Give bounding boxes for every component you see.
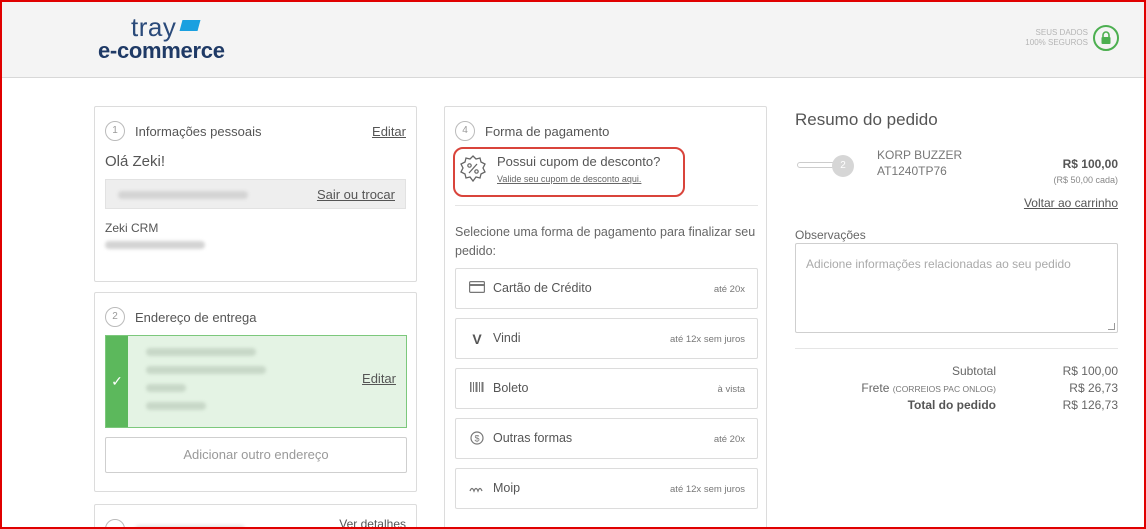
resize-grip-icon[interactable]: [1108, 323, 1115, 330]
method-installments: à vista: [717, 384, 745, 395]
next-step-panel: Ver detalhes: [94, 504, 417, 529]
lock-icon: [1093, 25, 1119, 51]
logo-flag-icon: [179, 20, 201, 31]
payment-instructions: Selecione uma forma de pagamento para fi…: [455, 225, 756, 258]
product-name-line: KORP BUZZER: [877, 148, 963, 162]
discount-badge-icon: [460, 155, 486, 183]
product-price: R$ 100,00: [1062, 157, 1118, 171]
step-title-cut: [135, 525, 245, 529]
check-icon: ✓: [106, 336, 128, 427]
personal-info-title: Informações pessoais: [135, 124, 262, 139]
switch-account-link[interactable]: Sair ou trocar: [317, 187, 395, 202]
edit-address-link[interactable]: Editar: [362, 371, 396, 386]
shipping-label: Frete (CORREIOS PAC ONLOG): [861, 381, 996, 395]
svg-text:$: $: [474, 434, 479, 444]
divider: [455, 205, 758, 206]
back-to-cart-link[interactable]: Voltar ao carrinho: [1024, 196, 1118, 210]
personal-info-panel: 1 Informações pessoais Editar Olá Zeki! …: [94, 106, 417, 282]
subtotal-value: R$ 100,00: [1062, 364, 1118, 378]
total-label: Total do pedido: [907, 398, 996, 412]
dollar-circle-icon: $: [468, 431, 486, 447]
customer-name: Zeki CRM: [105, 221, 159, 235]
shipping-method: (CORREIOS PAC ONLOG): [892, 384, 996, 394]
address-line-blurred: [146, 384, 186, 392]
payment-method-boleto[interactable]: Boleto à vista: [455, 368, 758, 409]
address-line-blurred: [146, 348, 256, 356]
secure-badge-text: SEUS DADOS 100% SEGUROS: [1008, 28, 1088, 48]
credit-card-icon: [468, 281, 486, 297]
email-field: Sair ou trocar: [105, 179, 406, 209]
subtotal-label: Subtotal: [951, 364, 996, 378]
notes-placeholder: Adicione informações relacionadas ao seu…: [806, 257, 1071, 271]
secure-line-1: SEUS DADOS: [1035, 28, 1088, 37]
address-line-blurred: [146, 402, 206, 410]
edit-personal-link[interactable]: Editar: [372, 124, 406, 139]
validate-coupon-link[interactable]: Valide seu cupom de desconto aqui.: [497, 174, 641, 184]
method-name: Vindi: [493, 331, 521, 345]
barcode-icon: [468, 381, 486, 397]
coupon-title: Possui cupom de desconto?: [497, 154, 661, 169]
product-thumbnail: [797, 162, 835, 168]
step-number: 1: [105, 121, 125, 141]
total-row: Total do pedido R$ 126,73: [795, 398, 1118, 414]
greeting: Olá Zeki!: [105, 153, 166, 170]
notes-textarea[interactable]: Adicione informações relacionadas ao seu…: [795, 243, 1118, 333]
address-line-blurred: [146, 366, 266, 374]
order-summary-title: Resumo do pedido: [795, 110, 938, 129]
payment-method-credit-card[interactable]: Cartão de Crédito até 20x: [455, 268, 758, 309]
email-blurred: [118, 191, 248, 199]
method-installments: até 20x: [713, 434, 745, 445]
selected-address[interactable]: ✓ Editar: [105, 335, 407, 428]
method-name: Outras formas: [493, 431, 573, 445]
delivery-address-panel: 2 Endereço de entrega ✓ Editar Adicionar…: [94, 292, 417, 492]
shipping-label-text: Frete: [861, 381, 890, 395]
divider: [795, 348, 1118, 349]
delivery-address-title: Endereço de entrega: [135, 310, 257, 325]
shipping-value: R$ 26,73: [1069, 381, 1118, 395]
phone-blurred: [105, 241, 205, 249]
payment-panel: 4 Forma de pagamento Possui cupom de des…: [444, 106, 767, 529]
step-number: 4: [455, 121, 475, 141]
payment-method-moip[interactable]: Moip até 12x sem juros: [455, 468, 758, 509]
secure-line-2: 100% SEGUROS: [1025, 38, 1088, 47]
see-details-link[interactable]: Ver detalhes: [339, 517, 406, 529]
moip-icon: [468, 481, 486, 497]
method-installments: até 12x sem juros: [670, 484, 745, 495]
product-unit-price: (R$ 50,00 cada): [1053, 175, 1118, 185]
notes-label: Observações: [795, 228, 866, 242]
quantity-badge: 2: [832, 155, 854, 177]
method-name: Cartão de Crédito: [493, 281, 592, 295]
shipping-row: Frete (CORREIOS PAC ONLOG) R$ 26,73: [795, 381, 1118, 397]
logo-bottom-text: e-commerce: [98, 38, 225, 63]
method-name: Moip: [493, 481, 521, 495]
method-name: Boleto: [493, 381, 529, 395]
method-installments: até 20x: [713, 284, 745, 295]
subtotal-row: Subtotal R$ 100,00: [795, 364, 1118, 380]
product-name: KORP BUZZER AT1240TP76: [877, 147, 962, 179]
payment-title: Forma de pagamento: [485, 124, 610, 139]
payment-method-vindi[interactable]: V Vindi até 12x sem juros: [455, 318, 758, 359]
total-value: R$ 126,73: [1062, 398, 1118, 412]
vindi-icon: V: [472, 331, 482, 347]
step-number: 2: [105, 307, 125, 327]
product-code-line: AT1240TP76: [877, 164, 947, 178]
coupon-section[interactable]: Possui cupom de desconto? Valide seu cup…: [453, 147, 685, 197]
page-header: tray e-commerce SEUS DADOS 100% SEGUROS: [0, 0, 1146, 78]
add-address-button[interactable]: Adicionar outro endereço: [105, 437, 407, 473]
step-number: [105, 519, 125, 529]
payment-method-other[interactable]: $ Outras formas até 20x: [455, 418, 758, 459]
method-installments: até 12x sem juros: [670, 334, 745, 345]
